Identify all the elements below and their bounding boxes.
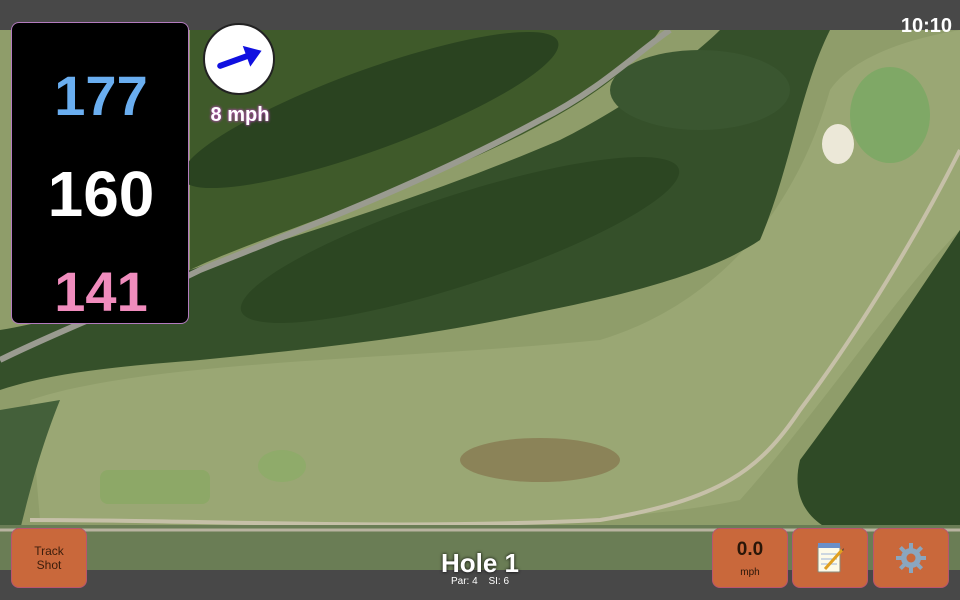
hole-stroke-index: SI: 6 [488,576,510,587]
hole-title: Hole 1 [440,548,520,578]
speed-value: 0.0 [736,538,764,560]
wind-indicator [203,23,275,95]
gear-icon [896,543,926,573]
notes-button[interactable] [792,528,868,588]
speed-button[interactable]: 0.0 mph [712,528,788,588]
settings-button[interactable] [873,528,949,588]
clock: 10:10 [900,15,952,37]
distance-panel[interactable]: 177 160 141 [11,22,189,324]
back-distance: 177 [54,64,148,127]
golf-gps-screen: 10:10 177 160 141 8 mph Track Shot Hole … [0,0,960,600]
center-distance: 160 [47,158,155,230]
speed-unit: mph [740,566,760,578]
track-shot-label-line2: Shot [36,558,62,572]
hole-par: Par: 4 [450,576,478,587]
track-shot-button[interactable]: Track Shot [11,528,87,588]
front-distance: 141 [54,260,148,323]
notepad-icon [817,543,844,573]
wind-arrow-icon [217,45,262,69]
track-shot-label-line1: Track [34,544,64,558]
wind-speed-label: 8 mph [210,104,270,126]
hole-info: Par: 4 SI: 6 [380,576,580,587]
